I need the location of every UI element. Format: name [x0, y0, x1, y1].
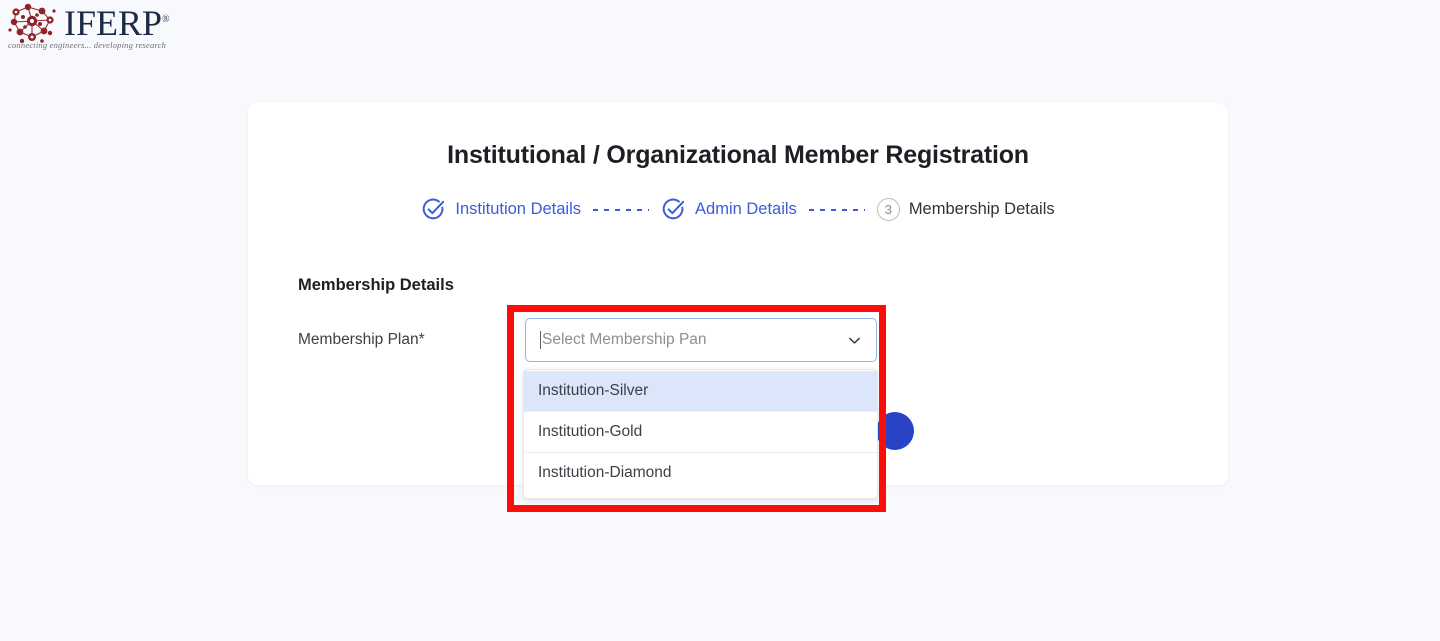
membership-plan-dropdown[interactable]: Institution-Silver Institution-Gold Inst…	[523, 369, 878, 499]
check-circle-icon	[661, 197, 686, 222]
stepper-step-membership-details[interactable]: 3 Membership Details	[876, 198, 1055, 221]
section-title-membership-details: Membership Details	[298, 276, 454, 294]
stepper-step-admin-details[interactable]: Admin Details	[661, 197, 797, 222]
stepper-label-admin-details: Admin Details	[695, 200, 797, 218]
brand-wordmark: IFERP®	[62, 0, 170, 43]
stepper-step-institution-details[interactable]: Institution Details	[421, 197, 581, 222]
check-circle-icon	[421, 197, 446, 222]
registered-mark-icon: ®	[162, 14, 170, 25]
membership-plan-placeholder: Select Membership Pan	[542, 331, 707, 348]
membership-plan-label: Membership Plan*	[298, 331, 425, 348]
submit-round-button[interactable]	[876, 412, 914, 450]
dropdown-option-institution-gold[interactable]: Institution-Gold	[524, 412, 877, 453]
stepper-label-membership-details: Membership Details	[908, 200, 1055, 218]
stepper-connector-1	[593, 208, 650, 211]
dropdown-option-institution-silver[interactable]: Institution-Silver	[524, 371, 877, 412]
molecule-network-icon	[6, 0, 62, 44]
brand-name: IFERP	[64, 3, 163, 43]
registration-stepper: Institution Details Admin Details 3 Memb…	[248, 197, 1228, 222]
stepper-connector-2	[808, 208, 865, 211]
number-circle-icon: 3	[876, 198, 900, 221]
page-title: Institutional / Organizational Member Re…	[447, 141, 1029, 169]
stepper-label-institution-details: Institution Details	[455, 200, 582, 218]
membership-plan-select[interactable]: Select Membership Pan	[525, 318, 877, 362]
logo-row: IFERP®	[6, 0, 186, 44]
brand-logo: IFERP® connecting engineers... developin…	[6, 0, 186, 56]
chevron-down-icon[interactable]	[847, 333, 862, 348]
dropdown-option-institution-diamond[interactable]: Institution-Diamond	[524, 453, 877, 493]
text-caret	[540, 331, 541, 349]
